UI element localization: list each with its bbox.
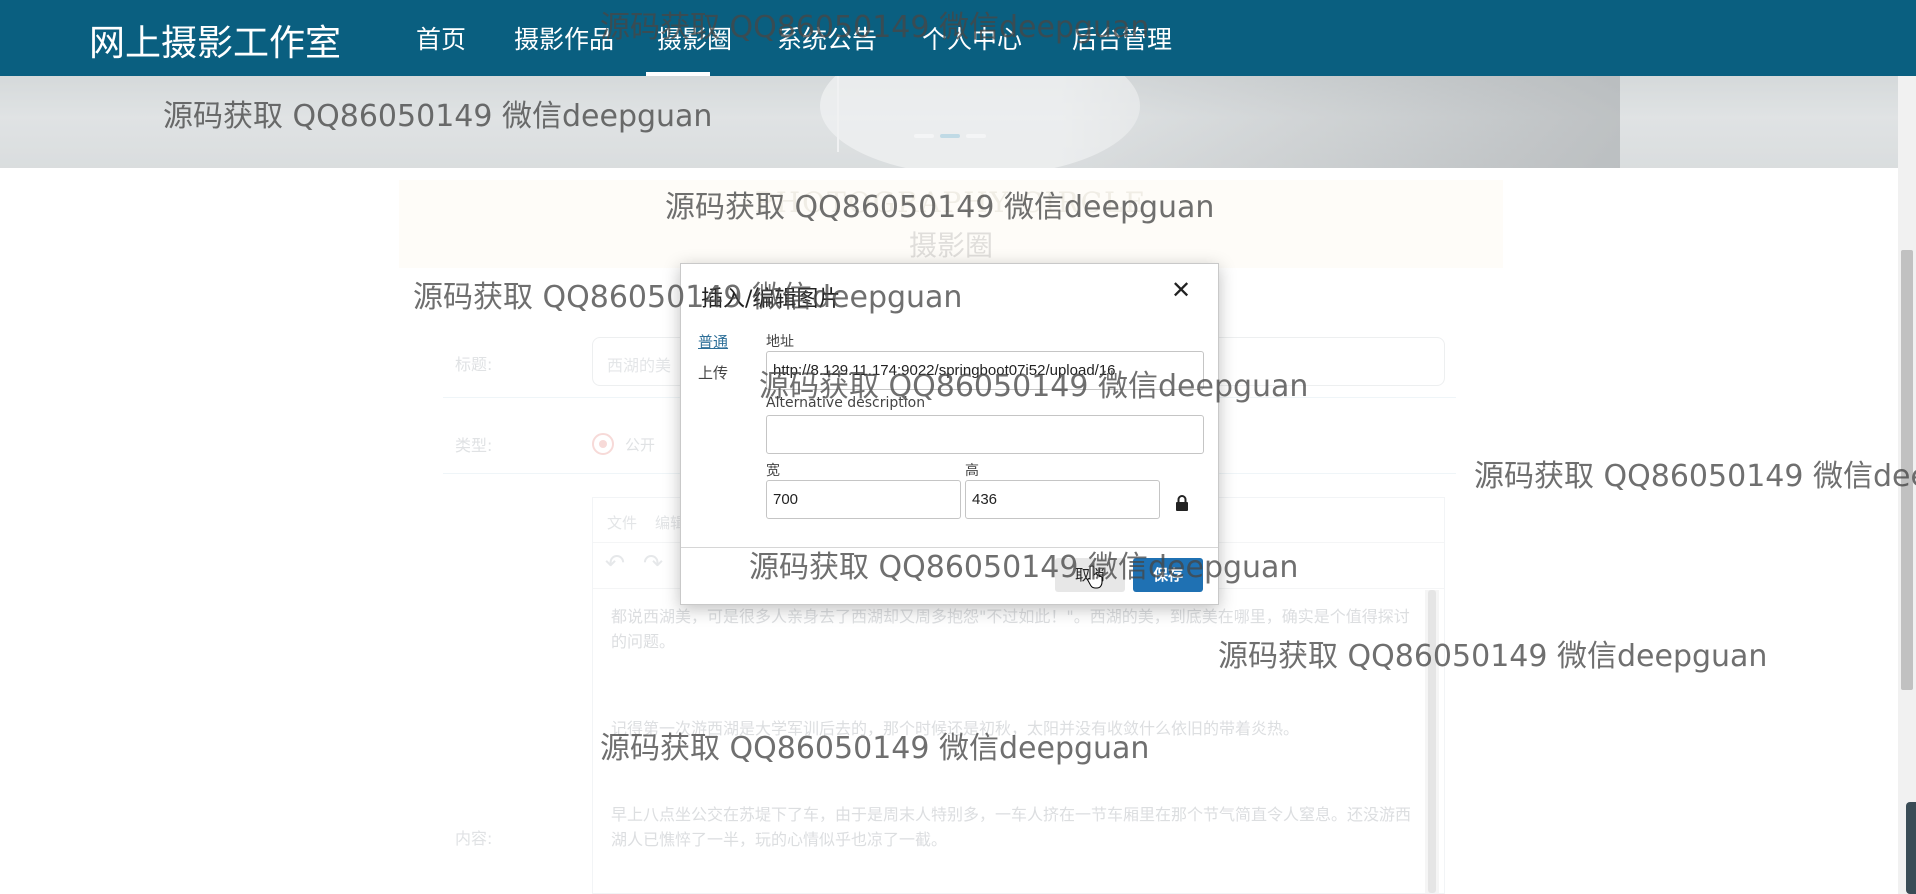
- nav-item-profile[interactable]: 个人中心: [922, 20, 1022, 56]
- insert-image-dialog: 插入/编辑图片 ✕ 普通 上传 地址 Alternative descripti…: [680, 263, 1219, 605]
- width-label: 宽: [766, 463, 780, 479]
- mouse-cursor-icon: [1087, 565, 1103, 589]
- save-button[interactable]: 保存: [1133, 558, 1203, 592]
- close-icon[interactable]: ✕: [1171, 276, 1191, 305]
- nav-item-works[interactable]: 摄影作品: [514, 20, 614, 56]
- height-label: 高: [965, 463, 979, 479]
- width-field[interactable]: [766, 480, 961, 519]
- nav-item-admin[interactable]: 后台管理: [1072, 20, 1172, 56]
- alt-description-field[interactable]: [766, 415, 1204, 454]
- url-field[interactable]: [766, 351, 1204, 390]
- site-brand[interactable]: 网上摄影工作室: [89, 14, 341, 66]
- alt-label: Alternative description: [766, 395, 926, 411]
- url-label: 地址: [766, 334, 794, 350]
- nav-item-circle[interactable]: 摄影圈: [657, 20, 732, 56]
- nav-item-home[interactable]: 首页: [416, 20, 466, 56]
- side-panel-handle[interactable]: [1906, 802, 1916, 894]
- tab-general[interactable]: 普通: [698, 331, 728, 352]
- lock-icon[interactable]: [1175, 495, 1189, 511]
- watermark-clip: 源码获取 QQ86050149 微信deepguan: [1460, 451, 1916, 499]
- tab-upload[interactable]: 上传: [698, 362, 728, 383]
- dialog-footer-divider: [681, 547, 1218, 548]
- top-nav: 网上摄影工作室 首页 摄影作品 摄影圈 系统公告 个人中心 后台管理: [0, 0, 1916, 76]
- nav-item-notice[interactable]: 系统公告: [777, 20, 877, 56]
- dialog-title: 插入/编辑图片: [701, 287, 841, 312]
- watermark: 源码获取 QQ86050149 微信deepguan: [1474, 459, 1916, 494]
- height-field[interactable]: [965, 480, 1160, 519]
